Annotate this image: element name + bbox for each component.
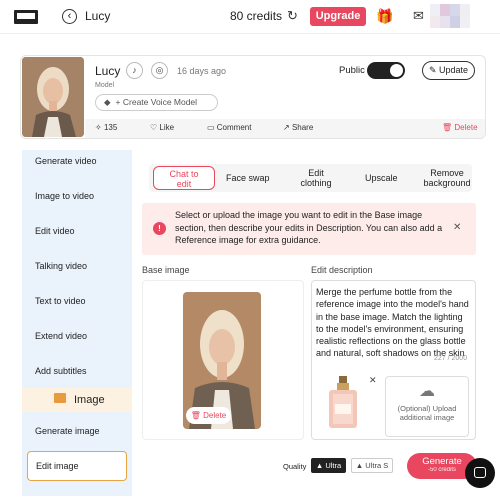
upload-additional-image-button[interactable]: ☁ (Optional) Upload additional image [385, 376, 469, 437]
model-thumbnail[interactable] [22, 57, 84, 137]
trash-icon: 🗑 [442, 123, 455, 132]
waveform-icon: ◆ [104, 97, 111, 107]
tab-remove-label-1: Remove [430, 168, 464, 178]
tab-chat-to-edit[interactable]: Chat to edit [153, 166, 215, 190]
upgrade-button[interactable]: Upgrade [310, 7, 366, 26]
edit-icon: ✎ [428, 65, 439, 75]
ultra-icon: ▲ [315, 461, 326, 470]
tab-edit-clothing[interactable]: Edit clothing [296, 168, 336, 188]
created-time: 16 days ago [177, 66, 227, 76]
sidebar-item-talking-video[interactable]: Talking video [35, 261, 87, 271]
tab-chat-label-1: Chat to [169, 169, 199, 179]
delete-model-button[interactable]: 🗑 Delete [442, 123, 478, 132]
share-button[interactable]: ↗ Share [283, 123, 313, 132]
tab-face-swap[interactable]: Face swap [226, 173, 270, 183]
comment-icon: ▭ [207, 123, 217, 132]
like-button[interactable]: ♡ Like [150, 123, 174, 132]
tab-upscale[interactable]: Upscale [365, 173, 398, 183]
model-type-label: Model [95, 82, 115, 89]
ultra-s-label: Ultra S [365, 461, 389, 470]
ultra-s-icon: ▲ [355, 461, 366, 470]
share-icon: ↗ [283, 123, 292, 132]
back-arrow-icon[interactable]: ‹ [62, 9, 77, 24]
image-section-label: Image [74, 394, 105, 406]
edit-description-text[interactable]: Merge the perfume bottle from the refere… [316, 286, 472, 360]
upload-cloud-icon: ☁ [419, 383, 435, 400]
credits-count: 80 credits [230, 9, 283, 23]
quality-ultra-button[interactable]: ▲ Ultra [311, 458, 346, 473]
create-voice-model-button[interactable]: ◆ + Create Voice Model [95, 94, 218, 111]
ultra-label: Ultra [325, 461, 342, 470]
sidebar-item-generate-image[interactable]: Generate image [35, 426, 100, 436]
upload-label-1: (Optional) Upload [397, 404, 457, 413]
reference-image[interactable] [318, 372, 368, 432]
tab-clothing-label-2: clothing [300, 178, 332, 188]
instagram-icon[interactable]: ◎ [151, 62, 168, 79]
username: Lucy [85, 9, 111, 23]
close-icon[interactable]: ✕ [453, 222, 461, 233]
sidebar-item-extend-video[interactable]: Extend video [35, 331, 87, 341]
tab-chat-label-2: edit [176, 179, 192, 189]
info-icon: ! [153, 222, 166, 235]
gift-icon[interactable]: 🎁 [376, 8, 393, 25]
chat-support-icon[interactable] [465, 458, 495, 488]
voice-button-label: + Create Voice Model [115, 97, 198, 107]
delete-base-label: Delete [203, 411, 227, 420]
remove-reference-icon[interactable]: ✕ [369, 375, 377, 386]
views-stat: ✧ 135 [95, 123, 117, 132]
comment-button[interactable]: ▭ Comment [207, 123, 251, 132]
app-logo-icon[interactable] [14, 10, 38, 24]
sparkle-icon: ✧ [95, 123, 104, 132]
tab-remove-background[interactable]: Remove background [423, 168, 471, 188]
delete-label: Delete [454, 123, 478, 132]
update-button[interactable]: ✎ Update [422, 61, 475, 80]
sidebar-item-add-subtitles[interactable]: Add subtitles [35, 366, 87, 376]
info-text: Select or upload the image you want to e… [175, 210, 443, 245]
share-label: Share [291, 123, 314, 132]
generate-label: Generate [422, 456, 462, 467]
upload-label-2: additional image [399, 413, 455, 422]
mail-icon[interactable]: ✉ [413, 8, 424, 24]
image-icon [54, 393, 66, 403]
tab-clothing-label-1: Edit [308, 168, 324, 178]
views-count: 135 [103, 123, 118, 132]
edit-description-label: Edit description [311, 265, 373, 275]
public-label: Public [339, 65, 365, 76]
model-name: Lucy [95, 64, 121, 78]
public-toggle[interactable] [367, 62, 405, 79]
quality-label: Quality [283, 462, 307, 471]
sidebar-item-image-to-video[interactable]: Image to video [35, 191, 94, 201]
base-image-label: Base image [142, 265, 190, 275]
sidebar-item-generate-video[interactable]: Generate video [35, 156, 97, 166]
tiktok-icon[interactable]: ♪ [126, 62, 143, 79]
character-counter: 227 / 2000 [434, 355, 468, 362]
delete-base-image-button[interactable]: 🗑 Delete [186, 407, 231, 424]
sidebar [22, 150, 132, 496]
refresh-icon[interactable]: ↻ [287, 9, 301, 23]
like-label: Like [159, 123, 175, 132]
comment-label: Comment [216, 123, 252, 132]
profile-avatar[interactable] [430, 4, 470, 28]
sidebar-item-edit-video[interactable]: Edit video [35, 226, 75, 236]
heart-icon: ♡ [150, 123, 160, 132]
sidebar-item-text-to-video[interactable]: Text to video [35, 296, 86, 306]
tab-remove-label-2: background [423, 178, 471, 188]
update-label: Update [439, 65, 469, 75]
quality-ultra-s-button[interactable]: ▲ Ultra S [351, 458, 393, 473]
trash-icon: 🗑 [190, 411, 204, 420]
sidebar-item-edit-image[interactable]: Edit image [27, 451, 127, 481]
